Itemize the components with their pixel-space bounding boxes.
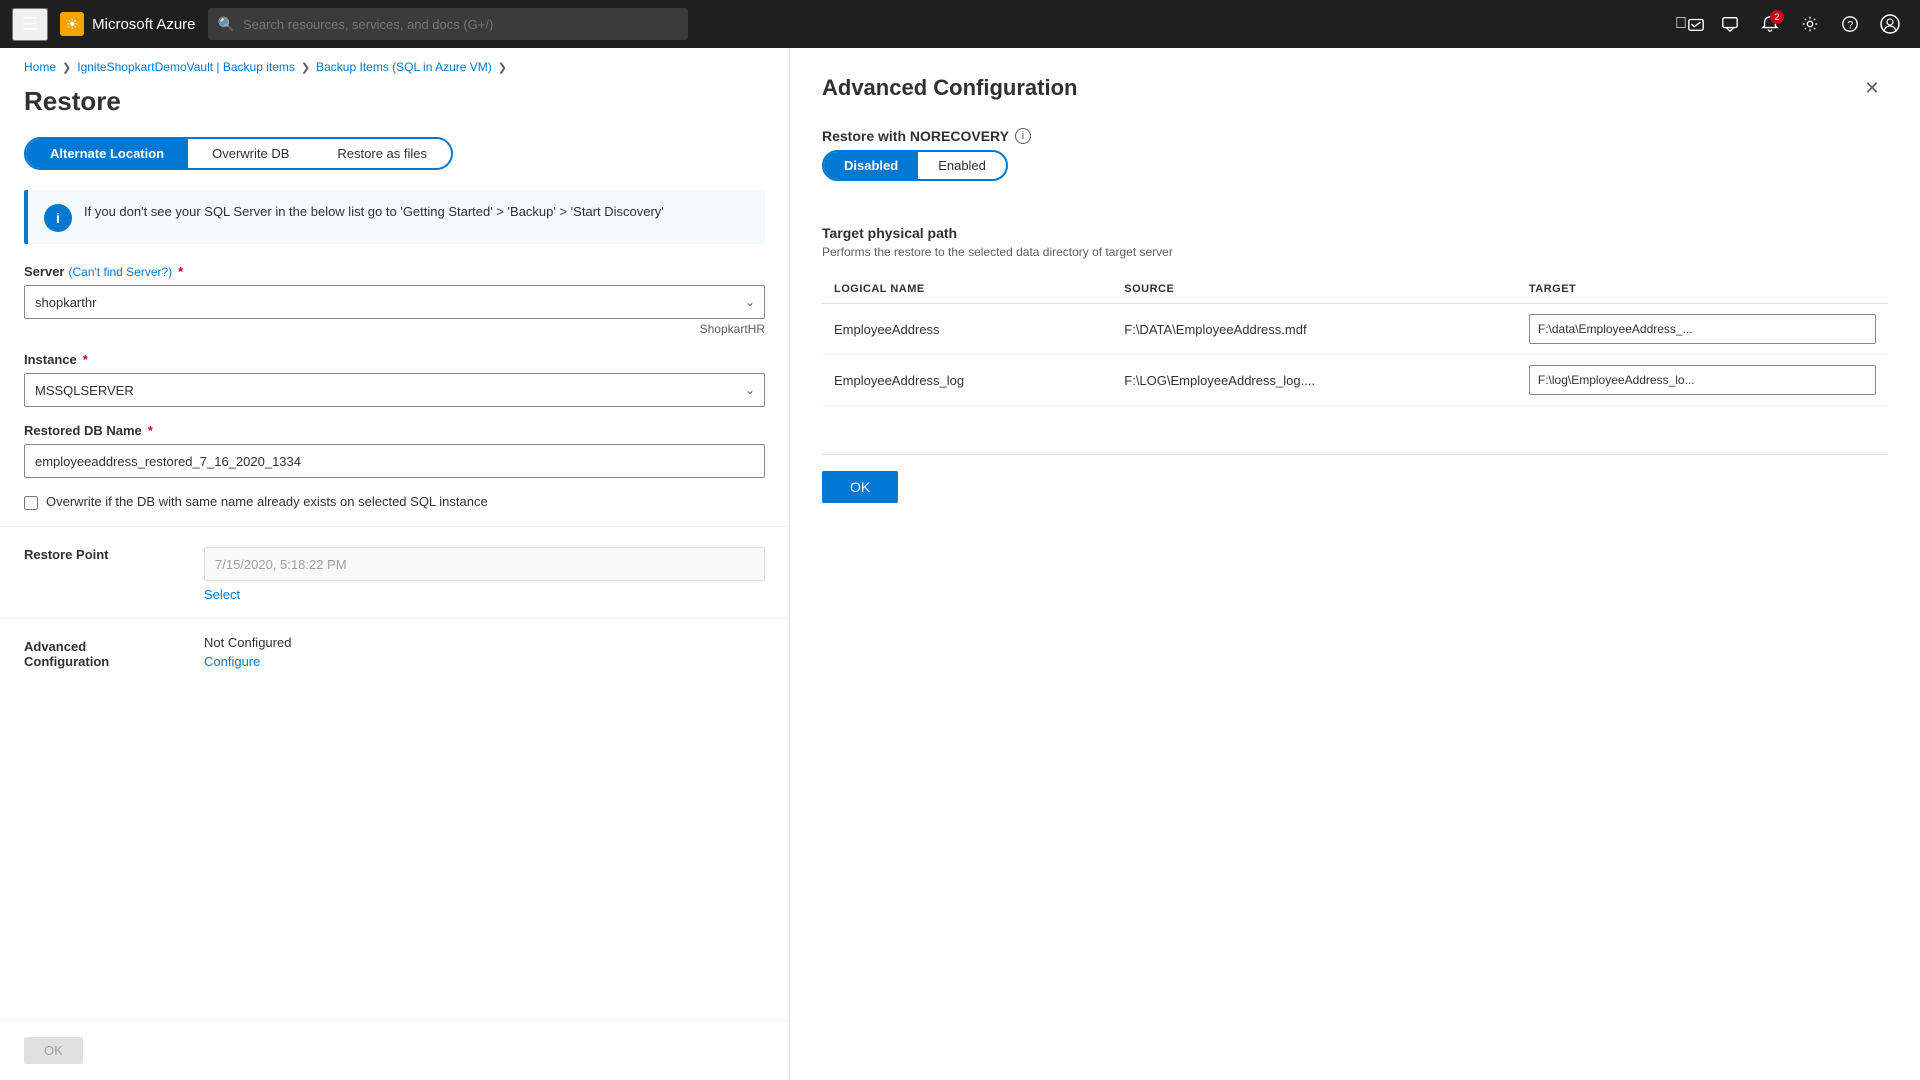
restore-point-section: Restore Point 7/15/2020, 5:18:22 PM Sele… [0, 526, 789, 618]
info-text: If you don't see your SQL Server in the … [84, 202, 664, 222]
topbar-icons:  2 ? [1672, 6, 1908, 42]
help-button[interactable]: ? [1832, 6, 1868, 42]
target-path-title: Target physical path [822, 225, 1888, 241]
configure-link[interactable]: Configure [204, 654, 260, 669]
svg-text:?: ? [1847, 20, 1853, 32]
col-source: SOURCE [1112, 275, 1517, 304]
norecovery-toggle: Disabled Enabled [822, 150, 1008, 181]
server-required: * [178, 264, 183, 279]
norecovery-label: Restore with NORECOVERY i [822, 128, 1888, 144]
cloud-shell-button[interactable]:  [1672, 6, 1708, 42]
topbar: ☰ ☀ Microsoft Azure 🔍  2 ? [0, 0, 1920, 48]
target-path-section: Target physical path Performs the restor… [822, 225, 1888, 406]
info-icon: i [44, 204, 72, 232]
table-row: EmployeeAddress F:\DATA\EmployeeAddress.… [822, 304, 1888, 355]
breadcrumb: Home ❯ IgniteShopkartDemoVault | Backup … [0, 48, 789, 82]
db-name-label: Restored DB Name * [24, 423, 765, 438]
main-layout: Home ❯ IgniteShopkartDemoVault | Backup … [0, 48, 1920, 1080]
hamburger-menu[interactable]: ☰ [12, 8, 48, 41]
notification-count: 2 [1770, 10, 1784, 24]
adv-config-content: Not Configured Configure [204, 635, 765, 669]
advanced-config-panel: Advanced Configuration ✕ Restore with NO… [790, 48, 1920, 1080]
restore-point-content: 7/15/2020, 5:18:22 PM Select [204, 547, 765, 602]
search-icon: 🔍 [218, 16, 235, 33]
overwrite-checkbox-row: Overwrite if the DB with same name alrea… [0, 494, 789, 526]
db-name-required: * [148, 423, 153, 438]
target-path-input-2[interactable] [1529, 365, 1876, 395]
server-select[interactable]: shopkarthr [24, 285, 765, 319]
restore-panel: Home ❯ IgniteShopkartDemoVault | Backup … [0, 48, 790, 1080]
account-button[interactable] [1872, 6, 1908, 42]
info-banner: i If you don't see your SQL Server in th… [24, 190, 765, 244]
col-target: TARGET [1517, 275, 1888, 304]
server-link[interactable]: (Can't find Server?) [68, 265, 172, 279]
breadcrumb-sep-1: ❯ [62, 61, 71, 74]
source-2: F:\LOG\EmployeeAddress_log.... [1112, 355, 1517, 406]
restore-point-label: Restore Point [24, 547, 164, 562]
instance-label: Instance * [24, 352, 765, 367]
azure-logo: ☀ Microsoft Azure [60, 12, 195, 36]
restore-point-value: 7/15/2020, 5:18:22 PM [204, 547, 765, 581]
overwrite-checkbox-label[interactable]: Overwrite if the DB with same name alrea… [46, 494, 488, 509]
path-table-header-row: LOGICAL NAME SOURCE TARGET [822, 275, 1888, 304]
path-table: LOGICAL NAME SOURCE TARGET EmployeeAddre… [822, 275, 1888, 406]
search-bar[interactable]: 🔍 [208, 8, 688, 40]
tab-restore-as-files[interactable]: Restore as files [313, 139, 451, 168]
breadcrumb-sep-3: ❯ [498, 61, 507, 74]
adv-panel-header: Advanced Configuration ✕ [822, 72, 1888, 104]
norecovery-enabled-btn[interactable]: Enabled [918, 152, 1006, 179]
instance-required: * [83, 352, 88, 367]
breadcrumb-vault[interactable]: IgniteShopkartDemoVault | Backup items [77, 60, 295, 74]
adv-panel-close-button[interactable]: ✕ [1856, 72, 1888, 104]
server-section: Server (Can't find Server?) * shopkarthr… [0, 264, 789, 352]
norecovery-disabled-btn[interactable]: Disabled [824, 152, 918, 179]
notifications-button[interactable]: 2 [1752, 6, 1788, 42]
page-title: Restore [0, 82, 789, 137]
breadcrumb-sep-2: ❯ [301, 61, 310, 74]
instance-select[interactable]: MSSQLSERVER [24, 373, 765, 407]
azure-logo-icon: ☀ [60, 12, 84, 36]
cloud-shell-icon:  [1675, 15, 1687, 33]
overwrite-checkbox[interactable] [24, 496, 38, 510]
target-input-cell-1 [1517, 304, 1888, 355]
target-input-cell-2 [1517, 355, 1888, 406]
restore-point-select-link[interactable]: Select [204, 587, 240, 602]
norecovery-info-icon[interactable]: i [1015, 128, 1031, 144]
target-path-desc: Performs the restore to the selected dat… [822, 245, 1888, 259]
tab-alternate-location[interactable]: Alternate Location [26, 139, 188, 168]
source-1: F:\DATA\EmployeeAddress.mdf [1112, 304, 1517, 355]
adv-config-section: Advanced Configuration Not Configured Co… [0, 618, 789, 685]
breadcrumb-backup-items[interactable]: Backup Items (SQL in Azure VM) [316, 60, 492, 74]
form-actions: OK [0, 1020, 789, 1080]
adv-panel-title: Advanced Configuration [822, 75, 1077, 101]
db-name-section: Restored DB Name * [0, 423, 789, 494]
server-select-wrapper: shopkarthr ⌄ [24, 285, 765, 319]
settings-button[interactable] [1792, 6, 1828, 42]
norecovery-section: Restore with NORECOVERY i Disabled Enabl… [822, 128, 1888, 205]
col-logical-name: LOGICAL NAME [822, 275, 1112, 304]
logical-name-1: EmployeeAddress [822, 304, 1112, 355]
form-ok-button: OK [24, 1037, 83, 1064]
adv-config-status: Not Configured [204, 635, 765, 650]
feedback-button[interactable] [1712, 6, 1748, 42]
instance-section: Instance * MSSQLSERVER ⌄ [0, 352, 789, 423]
logical-name-2: EmployeeAddress_log [822, 355, 1112, 406]
tab-overwrite-db[interactable]: Overwrite DB [188, 139, 313, 168]
table-row: EmployeeAddress_log F:\LOG\EmployeeAddre… [822, 355, 1888, 406]
db-name-input[interactable] [24, 444, 765, 478]
adv-ok-button[interactable]: OK [822, 471, 898, 503]
restore-tabs: Alternate Location Overwrite DB Restore … [24, 137, 453, 170]
adv-ok-section: OK [822, 454, 1888, 503]
adv-config-label: Advanced Configuration [24, 639, 164, 669]
server-hint: ShopkartHR [24, 322, 765, 336]
search-input[interactable] [243, 17, 678, 32]
target-path-input-1[interactable] [1529, 314, 1876, 344]
server-label: Server (Can't find Server?) * [24, 264, 765, 279]
breadcrumb-home[interactable]: Home [24, 60, 56, 74]
instance-select-wrapper: MSSQLSERVER ⌄ [24, 373, 765, 407]
